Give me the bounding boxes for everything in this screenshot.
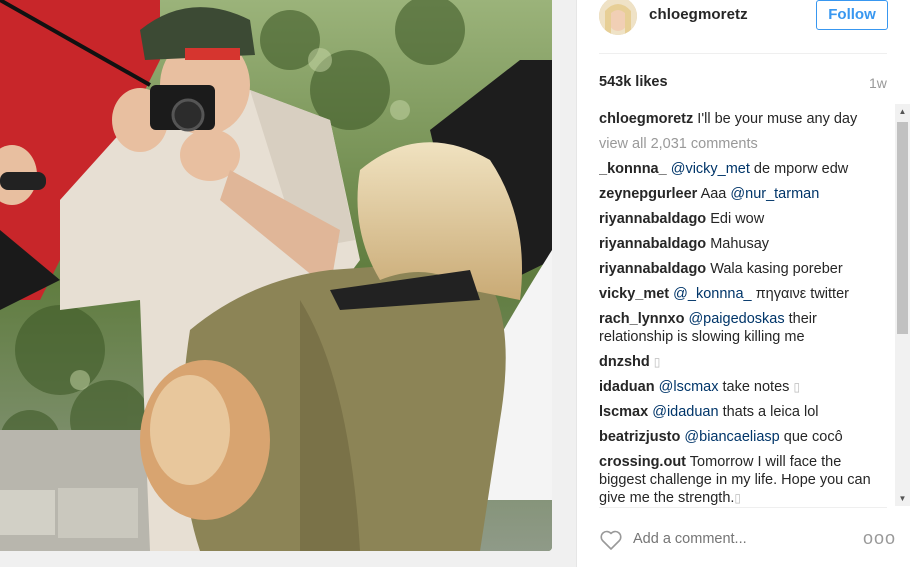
likes-count[interactable]: 543k likes bbox=[599, 74, 668, 90]
add-comment-input[interactable] bbox=[633, 531, 833, 547]
comment-username[interactable]: dnzshd bbox=[599, 354, 650, 370]
scrollbar-thumb[interactable] bbox=[897, 122, 908, 334]
post-image bbox=[0, 0, 552, 551]
comment-text: que cocô bbox=[779, 429, 843, 445]
username-link[interactable]: chloegmoretz bbox=[649, 6, 748, 23]
comment-text: Mahusay bbox=[710, 236, 770, 252]
mention-link[interactable]: @_konnna_ bbox=[673, 286, 751, 302]
comment-item: lscmax @idaduan thats a leica lol bbox=[599, 403, 889, 421]
comment-username[interactable]: riyannabaldago bbox=[599, 236, 706, 252]
comment-item: beatrizjusto @biancaeliasp que cocô bbox=[599, 428, 889, 446]
comment-text: thats a leica lol bbox=[718, 404, 819, 420]
comment-username[interactable]: lscmax bbox=[599, 404, 648, 420]
comments-list: chloegmoretz I'll be your muse any day v… bbox=[599, 110, 889, 506]
comments-scrollbar[interactable]: ▲ ▼ bbox=[895, 104, 910, 506]
mention-link[interactable]: @lscmax bbox=[659, 379, 719, 395]
post-photo[interactable] bbox=[0, 0, 552, 551]
comment-item: rach_lynnxo @paigedoskas their relations… bbox=[599, 310, 889, 346]
comment-item: vicky_met @_konnna_ πηγαινε twitter bbox=[599, 285, 889, 303]
mention-link[interactable]: @vicky_met bbox=[671, 161, 750, 177]
view-all-comments-link[interactable]: view all 2,031 comments bbox=[599, 135, 889, 153]
comment-item: zeynepgurleer Aaa @nur_tarman bbox=[599, 185, 889, 203]
heart-icon[interactable] bbox=[599, 528, 623, 552]
mention-link[interactable]: @nur_tarman bbox=[730, 186, 819, 202]
avatar-image bbox=[599, 0, 637, 35]
comment-username[interactable]: idaduan bbox=[599, 379, 655, 395]
caption-username[interactable]: chloegmoretz bbox=[599, 111, 693, 127]
comment-username[interactable]: zeynepgurleer bbox=[599, 186, 697, 202]
scroll-down-arrow-icon[interactable]: ▼ bbox=[895, 491, 910, 506]
comment-username[interactable]: beatrizjusto bbox=[599, 429, 680, 445]
comment-username[interactable]: riyannabaldago bbox=[599, 261, 706, 277]
comment-text: Edi wow bbox=[710, 211, 765, 227]
footer-divider bbox=[599, 507, 887, 508]
mention-link[interactable]: @paigedoskas bbox=[688, 311, 784, 327]
comment-item: idaduan @lscmax take notes ▯ bbox=[599, 378, 889, 396]
post-timestamp[interactable]: 1w bbox=[869, 75, 887, 91]
comment-text: πηγαινε twitter bbox=[751, 286, 849, 302]
comment-text: take notes bbox=[718, 379, 794, 395]
comment-item: _konnna_ @vicky_met de mporw edw bbox=[599, 160, 889, 178]
caption: chloegmoretz I'll be your muse any day bbox=[599, 110, 889, 128]
comment-item: crossing.out Tomorrow I will face the bi… bbox=[599, 453, 889, 506]
comment-username[interactable]: vicky_met bbox=[599, 286, 669, 302]
emoji-glyph: ▯ bbox=[734, 491, 742, 505]
mention-link[interactable]: @biancaeliasp bbox=[684, 429, 779, 445]
comment-username[interactable]: crossing.out bbox=[599, 454, 686, 470]
follow-button[interactable]: Follow bbox=[816, 0, 888, 30]
emoji-glyph: ▯ bbox=[793, 380, 801, 394]
post-header: chloegmoretz Follow bbox=[577, 0, 915, 54]
post-details-panel: chloegmoretz Follow 543k likes 1w chloeg… bbox=[576, 0, 915, 567]
comment-username[interactable]: riyannabaldago bbox=[599, 211, 706, 227]
comment-item: riyannabaldago Edi wow bbox=[599, 210, 889, 228]
header-divider bbox=[599, 53, 887, 54]
scroll-up-arrow-icon[interactable]: ▲ bbox=[895, 104, 910, 119]
comment-footer: ooo bbox=[577, 514, 915, 567]
avatar[interactable] bbox=[599, 0, 637, 35]
comment-text: Aaa bbox=[700, 186, 731, 202]
comment-item: riyannabaldago Wala kasing poreber bbox=[599, 260, 889, 278]
mention-link[interactable]: @idaduan bbox=[652, 404, 718, 420]
caption-body: I'll be your muse any day bbox=[697, 111, 858, 127]
comment-username[interactable]: _konnna_ bbox=[599, 161, 667, 177]
comment-item: dnzshd ▯ bbox=[599, 353, 889, 371]
comment-username[interactable]: rach_lynnxo bbox=[599, 311, 684, 327]
emoji-glyph: ▯ bbox=[653, 355, 661, 369]
more-options-icon[interactable]: ooo bbox=[863, 528, 896, 549]
comment-text: Wala kasing poreber bbox=[710, 261, 843, 277]
comment-text: de mporw edw bbox=[749, 161, 849, 177]
comment-item: riyannabaldago Mahusay bbox=[599, 235, 889, 253]
